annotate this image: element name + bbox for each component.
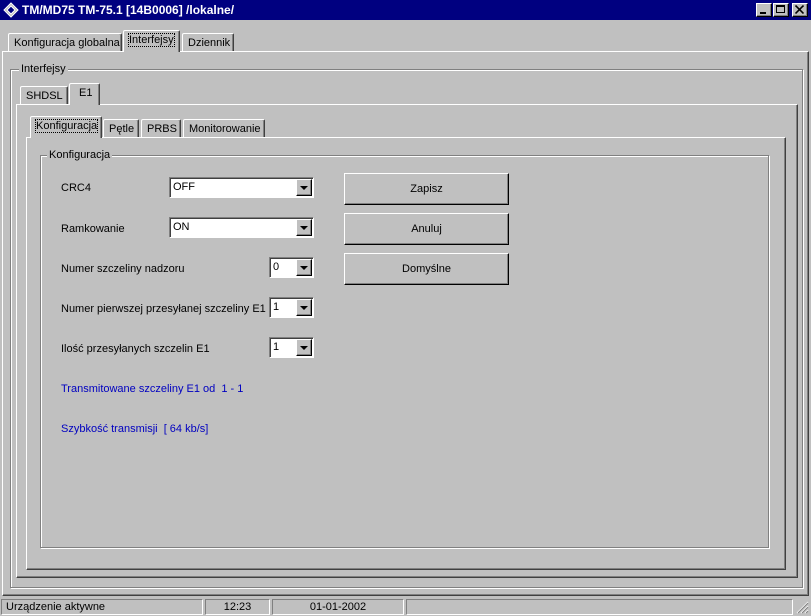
transmitted-slots-info: Transmitowane szczeliny E1 od 1 - 1: [61, 383, 244, 395]
framing-select[interactable]: ON: [169, 217, 314, 238]
tab-label: SHDSL: [26, 90, 63, 102]
cancel-button[interactable]: Anuluj: [344, 213, 509, 245]
chevron-down-icon[interactable]: [296, 339, 312, 356]
maximize-icon: [776, 5, 785, 13]
framing-value: ON: [173, 221, 190, 233]
tab-e1[interactable]: E1: [69, 83, 100, 105]
supervision-slot-value: 0: [273, 261, 280, 273]
tab-label: Dziennik: [188, 37, 231, 49]
window-title: TM/MD75 TM-75.1 [14B0006] /lokalne/: [22, 3, 235, 17]
chevron-down-icon[interactable]: [296, 219, 312, 236]
framing-label: Ramkowanie: [61, 223, 125, 235]
minimize-icon: [760, 12, 766, 14]
tab-label: Interfejsy: [128, 33, 175, 47]
tab-label: E1: [79, 87, 93, 99]
interfaces-legend: Interfejsy: [19, 63, 68, 75]
tab-loops[interactable]: Pętle: [103, 119, 139, 138]
slot-count-label: Ilość przesyłanych szczelin E1: [61, 343, 210, 355]
defaults-button[interactable]: Domyślne: [344, 253, 509, 285]
status-time: 12:23: [205, 599, 270, 615]
close-icon: [795, 5, 804, 14]
transmission-speed-info: Szybkość transmisji [ 64 kb/s]: [61, 423, 209, 435]
crc4-select[interactable]: OFF: [169, 177, 314, 198]
minimize-button[interactable]: [756, 3, 772, 17]
tab-label: Monitorowanie: [189, 123, 261, 135]
first-slot-value: 1: [273, 301, 280, 313]
status-empty-panel: [406, 599, 793, 615]
tab-interfaces[interactable]: Interfejsy: [123, 30, 180, 52]
tab-label: Pętle: [109, 123, 135, 135]
first-slot-label: Numer pierwszej przesyłanej szczeliny E1: [61, 303, 266, 315]
first-slot-select[interactable]: 1: [269, 297, 314, 318]
supervision-slot-select[interactable]: 0: [269, 257, 314, 278]
tab-label: PRBS: [147, 123, 177, 135]
tab-label: Konfiguracja: [34, 119, 99, 133]
maximize-button[interactable]: [773, 3, 789, 17]
chevron-down-icon[interactable]: [296, 299, 312, 316]
tab-label: Konfiguracja globalna: [14, 37, 120, 49]
tab-configuration[interactable]: Konfiguracja: [30, 116, 102, 138]
slot-count-select[interactable]: 1: [269, 337, 314, 358]
tab-log[interactable]: Dziennik: [182, 33, 234, 52]
slot-count-value: 1: [273, 341, 280, 353]
tab-monitoring[interactable]: Monitorowanie: [183, 119, 265, 138]
resize-grip-icon[interactable]: [795, 600, 809, 614]
save-button[interactable]: Zapisz: [344, 173, 509, 205]
chevron-down-icon[interactable]: [296, 179, 312, 196]
tab-prbs[interactable]: PRBS: [141, 119, 181, 138]
crc4-label: CRC4: [61, 182, 91, 194]
status-date: 01-01-2002: [272, 599, 404, 615]
tab-shdsl[interactable]: SHDSL: [20, 86, 68, 105]
status-device-state: Urządzenie aktywne: [1, 599, 203, 615]
configuration-legend: Konfiguracja: [47, 149, 113, 161]
app-icon: [3, 2, 19, 18]
crc4-value: OFF: [173, 181, 195, 193]
title-bar[interactable]: TM/MD75 TM-75.1 [14B0006] /lokalne/: [0, 0, 811, 20]
close-button[interactable]: [792, 3, 808, 17]
chevron-down-icon[interactable]: [296, 259, 312, 276]
tab-global-config[interactable]: Konfiguracja globalna: [8, 33, 122, 52]
supervision-slot-label: Numer szczeliny nadzoru: [61, 263, 185, 275]
